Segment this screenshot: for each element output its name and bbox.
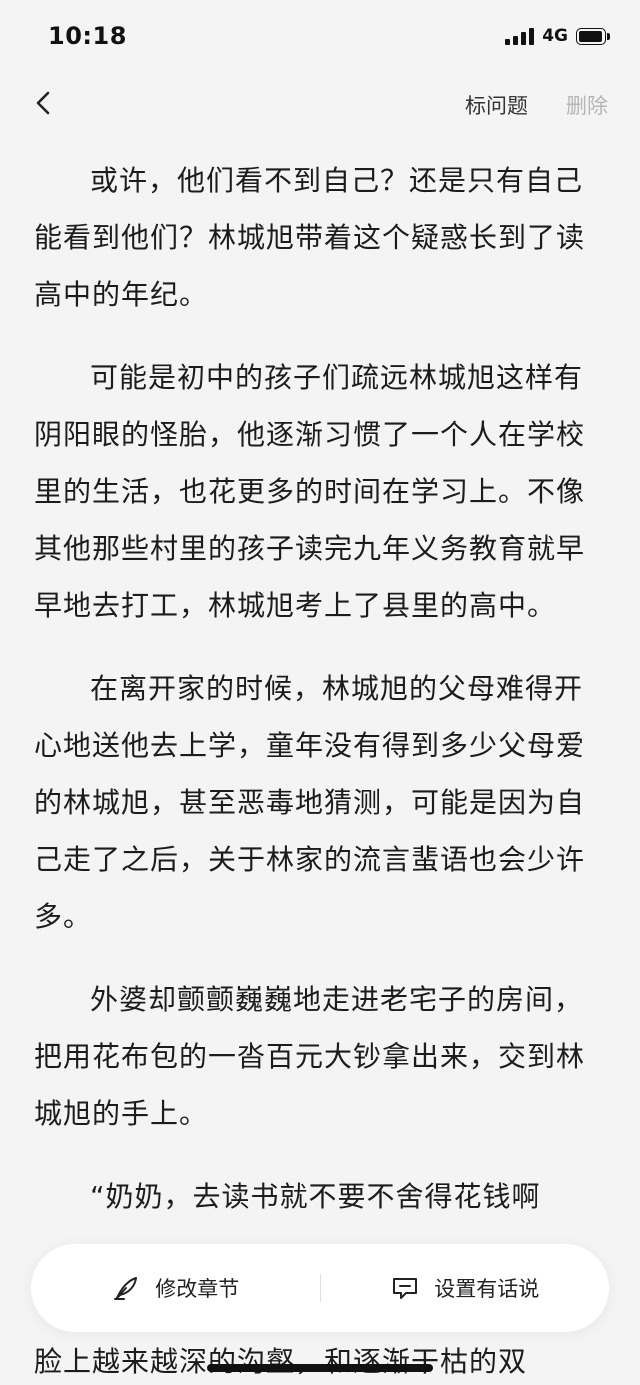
author-note-label: 设置有话说	[434, 1277, 540, 1301]
home-indicator[interactable]	[207, 1364, 433, 1372]
status-time: 10:18	[48, 22, 127, 50]
feather-pen-icon	[114, 1277, 138, 1300]
battery-icon	[576, 27, 610, 45]
paragraph: 外婆却颤颤巍巍地走进老宅子的房间，把用花布包的一沓百元大钞拿出来，交到林城旭的手…	[34, 983, 586, 1130]
status-indicators: 4G	[505, 26, 610, 46]
paragraph: 可能是初中的孩子们疏远林城旭这样有阴阳眼的怪胎，他逐渐习惯了一个人在学校里的生活…	[34, 361, 586, 622]
action-bar: 修改章节 设置有话说	[31, 1244, 609, 1332]
chapter-content: 或许，他们看不到自己？还是只有自己能看到他们？林城旭带着这个疑惑长到了读高中的年…	[34, 152, 606, 1251]
edit-chapter-label: 修改章节	[155, 1277, 240, 1301]
author-note-button[interactable]: 设置有话说	[321, 1244, 610, 1332]
status-bar: 10:18 4G	[0, 0, 640, 76]
signal-icon	[505, 27, 535, 45]
chevron-left-icon[interactable]	[28, 86, 62, 120]
speech-bubble-icon	[393, 1278, 418, 1299]
edit-chapter-button[interactable]: 修改章节	[31, 1244, 320, 1332]
paragraph: 或许，他们看不到自己？还是只有自己能看到他们？林城旭带着这个疑惑长到了读高中的年…	[34, 164, 586, 311]
reader-screen: 10:18 4G 标问题 删除 或许，他们看不到自己？还是只有自己能看到他们？林…	[0, 0, 640, 1385]
network-label: 4G	[542, 26, 568, 46]
paragraph-partial: “奶奶，去读书就不要不舍得花钱啊	[90, 1180, 541, 1213]
nav-bar: 标问题 删除	[0, 76, 640, 136]
paragraph-continuation: 脸上越来越深的沟壑，和逐渐干枯的双	[34, 1345, 528, 1378]
paragraph: 在离开家的时候，林城旭的父母难得开心地送他去上学，童年没有得到多少父母爱的林城旭…	[34, 672, 586, 933]
mark-question-button[interactable]: 标问题	[465, 90, 528, 120]
delete-button[interactable]: 删除	[566, 90, 608, 120]
